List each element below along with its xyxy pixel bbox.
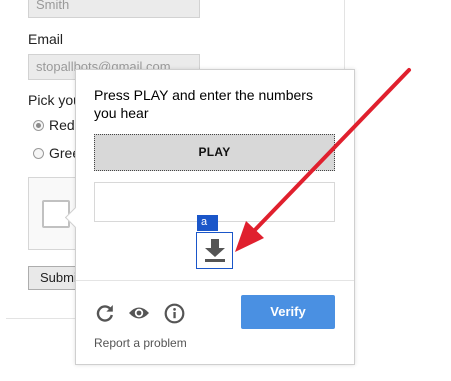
annotation-arrow	[235, 68, 411, 252]
